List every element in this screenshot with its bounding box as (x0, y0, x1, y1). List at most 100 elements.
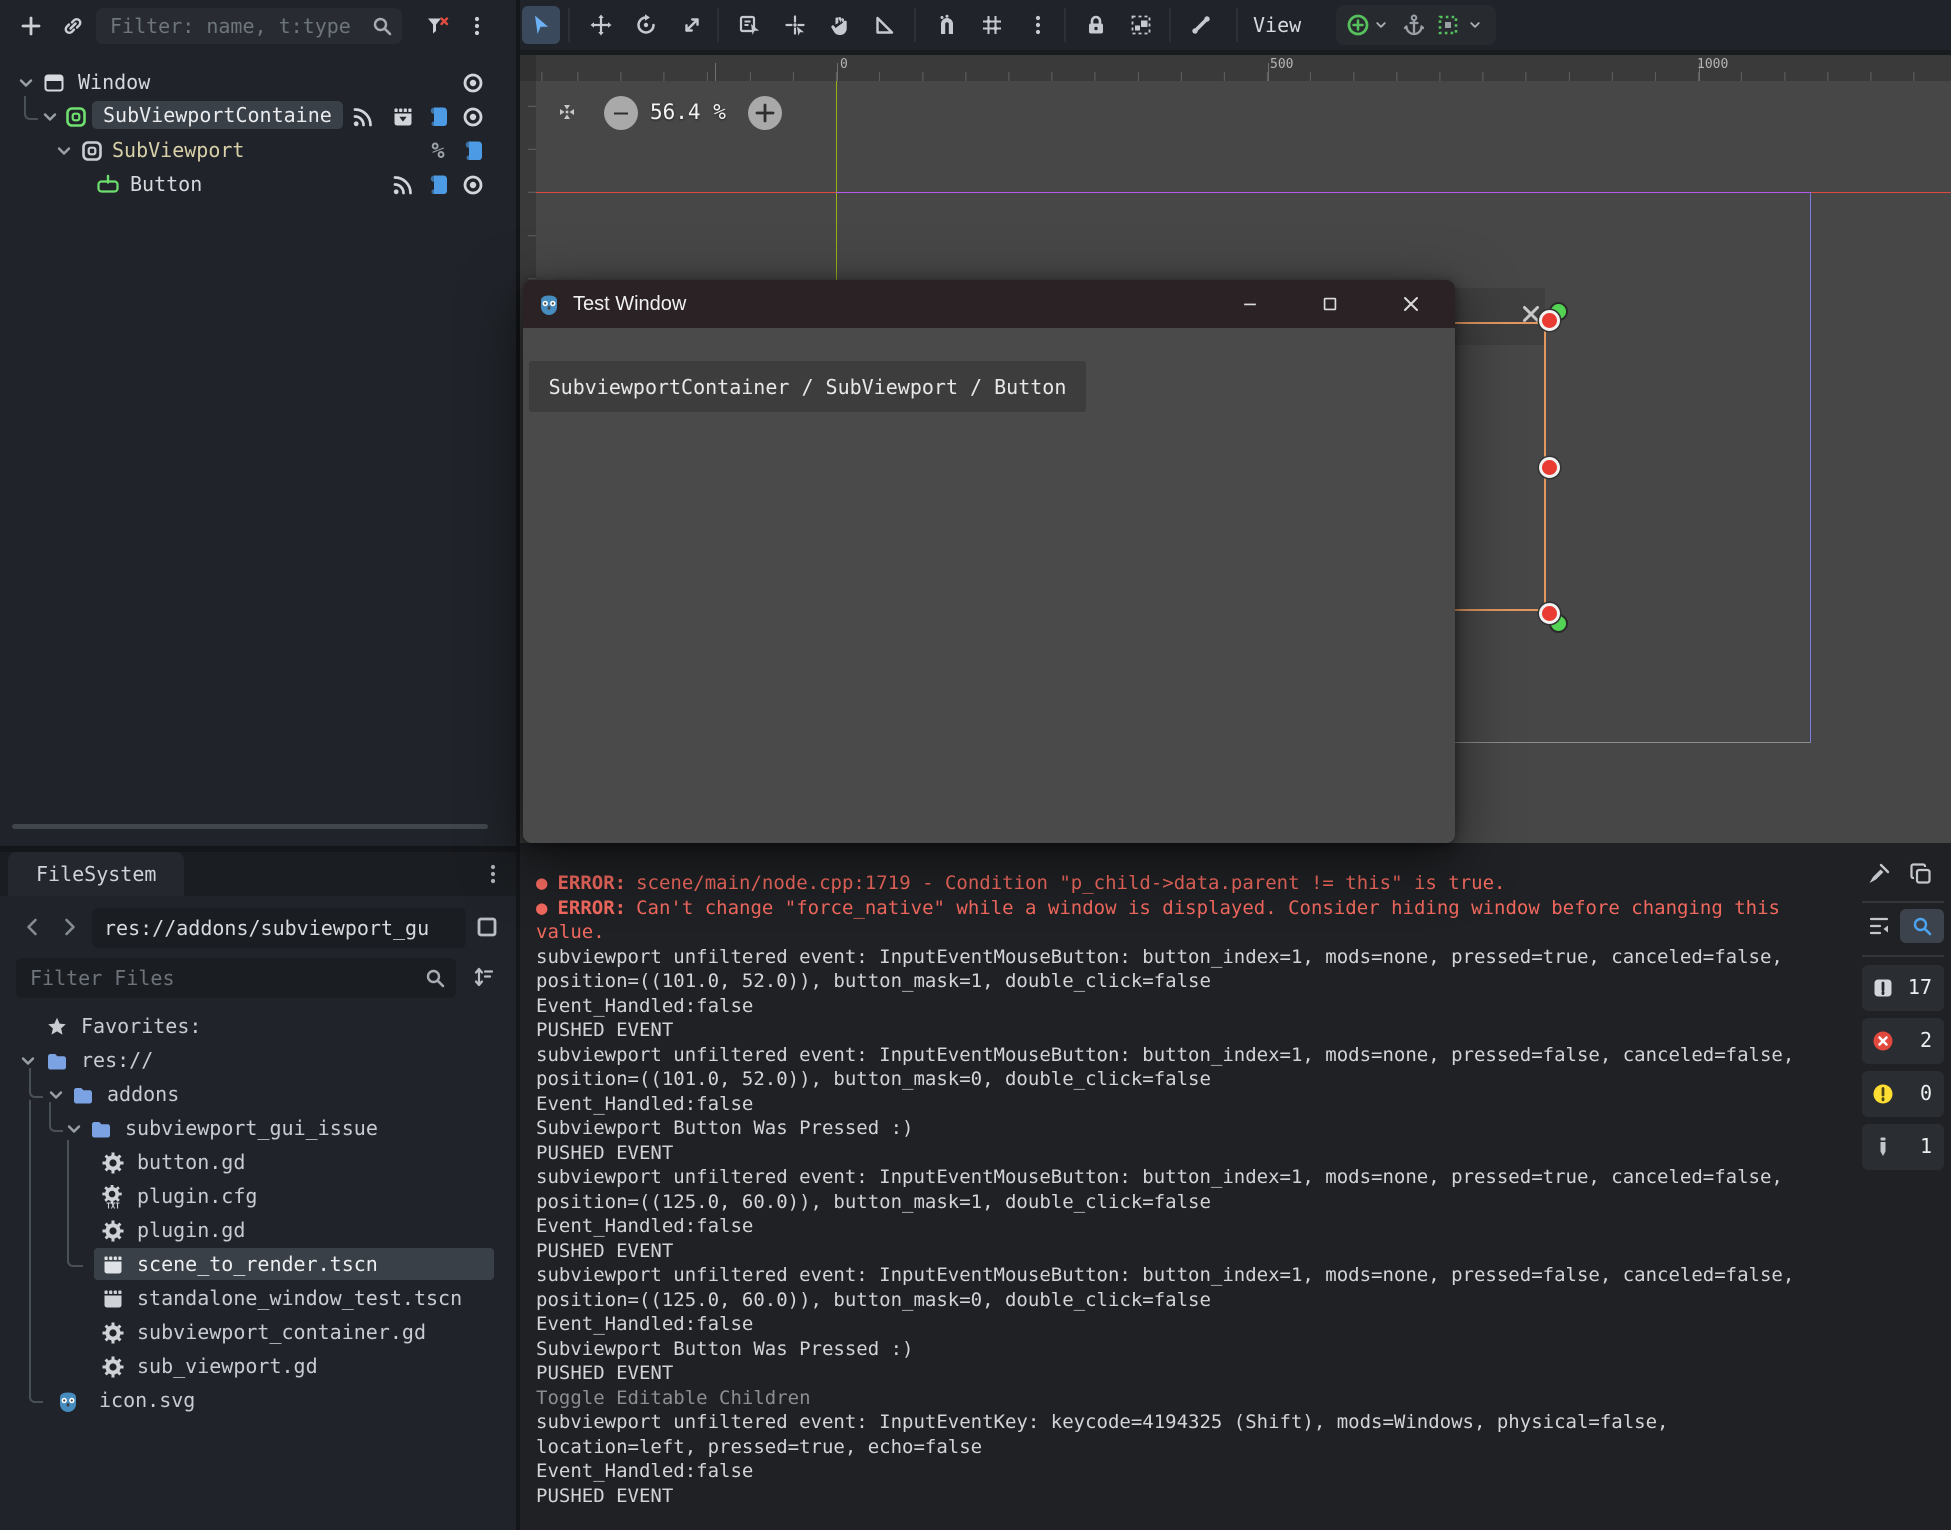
scene-tree-scrollbar[interactable] (12, 824, 488, 829)
instance-scene-button[interactable] (56, 9, 90, 43)
file-plugin-cfg[interactable]: plugin.cfg (0, 1180, 516, 1214)
select-tool-button[interactable] (522, 6, 560, 44)
maximize-button[interactable] (1299, 280, 1361, 328)
edited-filter-button[interactable]: 1 (1862, 1124, 1944, 1170)
gdscript-file-icon (101, 1219, 125, 1243)
messages-filter-button[interactable]: 17 (1862, 965, 1944, 1011)
console-line: PUSHED EVENT (536, 1484, 1816, 1509)
chevron-down-icon[interactable] (38, 105, 62, 129)
grid-snap-button[interactable] (973, 6, 1011, 44)
chevron-down-icon[interactable] (14, 71, 38, 95)
minimize-button[interactable] (1219, 280, 1281, 328)
console-log: ●ERROR:scene/main/node.cpp:1719 - Condit… (536, 871, 1816, 1508)
visibility-eye-icon[interactable] (460, 104, 486, 130)
godot-editor: { "scene_dock": { "filter_placeholder": … (0, 0, 1951, 1530)
chevron-down-icon[interactable] (44, 1083, 68, 1107)
file-standalone-window-test-tscn[interactable]: standalone_window_test.tscn (0, 1282, 516, 1316)
2d-viewport[interactable]: 0 500 1000 56.4 % Test Window Sub (520, 50, 1951, 843)
errors-filter-button[interactable]: 2 (1862, 1018, 1944, 1064)
sort-files-icon[interactable] (466, 960, 500, 994)
zoom-in-button[interactable] (748, 96, 782, 130)
smart-snap-button[interactable] (928, 6, 966, 44)
file-button-gd[interactable]: button.gd (0, 1146, 516, 1180)
chevron-down-icon[interactable] (16, 1049, 40, 1073)
scale-tool-button[interactable] (673, 6, 711, 44)
favorites-item[interactable]: Favorites: (0, 1010, 516, 1044)
chevron-down-icon[interactable] (52, 139, 76, 163)
file-plugin-gd[interactable]: plugin.gd (0, 1214, 516, 1248)
scene-node-button[interactable]: Button (0, 168, 516, 202)
warnings-filter-button[interactable]: 0 (1862, 1071, 1944, 1117)
file-sub-viewport-gd[interactable]: sub_viewport.gd (0, 1350, 516, 1384)
search-icon (423, 966, 447, 990)
file-filter-input[interactable] (16, 958, 456, 998)
subviewport-test-button[interactable]: SubviewportContainer / SubViewport / But… (529, 361, 1086, 412)
list-select-tool-button[interactable] (731, 6, 769, 44)
zoom-out-button[interactable] (604, 96, 638, 130)
collapse-duplicates-button[interactable] (1866, 913, 1892, 939)
view-menu-button[interactable]: View (1253, 0, 1301, 50)
snap-options-menu[interactable] (1019, 6, 1057, 44)
current-path-breadcrumb[interactable]: res://addons/subviewport_gu (92, 908, 466, 948)
anchor-icon[interactable] (1402, 13, 1426, 37)
project-window-bound-top (836, 192, 1810, 193)
move-tool-button[interactable] (582, 6, 620, 44)
script-icon[interactable] (425, 104, 451, 130)
scene-instance-icon[interactable] (390, 104, 416, 130)
resize-handle-right[interactable] (1539, 457, 1560, 478)
toggle-split-mode-icon[interactable] (470, 910, 504, 944)
godot-icon (56, 1389, 80, 1413)
clear-filter-icon[interactable] (420, 9, 454, 43)
visibility-eye-icon[interactable] (460, 70, 486, 96)
lock-selected-button[interactable] (1077, 6, 1115, 44)
folder-addons[interactable]: addons (0, 1078, 516, 1112)
file-scene-to-render-tscn-selected[interactable]: scene_to_render.tscn (0, 1248, 516, 1282)
resize-handle-bottom-right[interactable] (1539, 603, 1560, 624)
console-line: Event_Handled:false (536, 1092, 1816, 1117)
pan-tool-button[interactable] (821, 6, 859, 44)
scene-dock-menu-button[interactable] (460, 9, 494, 43)
rotate-tool-button[interactable] (627, 6, 665, 44)
chevron-down-icon[interactable] (1466, 13, 1484, 37)
file-icon-svg[interactable]: icon.svg (0, 1384, 516, 1418)
pivot-tool-button[interactable] (776, 6, 814, 44)
unique-name-badge[interactable]: % (425, 138, 451, 164)
group-selected-button[interactable] (1122, 6, 1160, 44)
visibility-eye-icon[interactable] (460, 172, 486, 198)
anchor-preset-icon[interactable] (1436, 13, 1460, 37)
test-window-titlebar[interactable]: Test Window (523, 280, 1455, 328)
scene-node-subviewportcontainer[interactable]: SubViewportContaine (0, 100, 516, 134)
console-line: subviewport unfiltered event: InputEvent… (536, 1263, 1816, 1312)
script-icon[interactable] (460, 138, 486, 164)
scene-node-subviewport[interactable]: SubViewport % (0, 134, 516, 168)
center-view-icon[interactable] (555, 100, 579, 124)
clear-output-button[interactable] (1866, 861, 1892, 887)
folder-res-root[interactable]: res:// (0, 1044, 516, 1078)
folder-subviewport-gui-issue[interactable]: subviewport_gui_issue (0, 1112, 516, 1146)
scene-filter-input[interactable] (96, 8, 402, 44)
search-output-button[interactable] (1900, 909, 1944, 943)
skeleton-options-button[interactable] (1182, 6, 1220, 44)
chevron-down-icon[interactable] (1372, 13, 1390, 37)
chevron-down-icon[interactable] (62, 1117, 86, 1141)
add-node-button[interactable] (14, 9, 48, 43)
resize-handle-top-right[interactable] (1539, 310, 1560, 331)
layout-tools-cluster (1336, 5, 1496, 45)
history-forward-button[interactable] (52, 910, 86, 944)
console-line: Event_Handled:false (536, 994, 1816, 1019)
add-control-node-icon[interactable] (1346, 13, 1370, 37)
tab-filesystem[interactable]: FileSystem (8, 852, 184, 896)
history-back-button[interactable] (16, 910, 50, 944)
file-subviewport-container-gd[interactable]: subviewport_container.gd (0, 1316, 516, 1350)
copy-output-button[interactable] (1908, 861, 1934, 887)
console-line: Event_Handled:false (536, 1459, 1816, 1484)
signal-connection-icon[interactable] (350, 104, 376, 130)
ruler-tool-button[interactable] (866, 6, 904, 44)
script-icon[interactable] (425, 172, 451, 198)
test-window: Test Window SubviewportContainer / SubVi… (523, 280, 1455, 843)
signal-connection-icon[interactable] (390, 172, 416, 198)
scene-node-window[interactable]: Window (0, 66, 516, 100)
dock-menu-icon[interactable] (480, 861, 506, 887)
zoom-level-label[interactable]: 56.4 % (650, 100, 726, 124)
close-button[interactable] (1380, 280, 1442, 328)
